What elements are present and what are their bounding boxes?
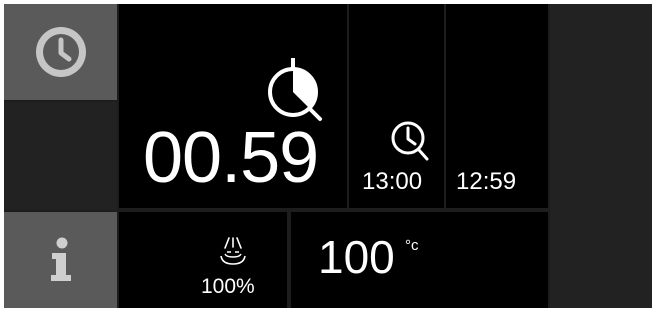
humidity-panel[interactable]: 100% (119, 212, 287, 308)
temperature-unit: °c (405, 237, 419, 254)
info-tab-button[interactable] (4, 212, 117, 308)
small-clock-icon (391, 121, 429, 161)
stopwatch-icon (268, 58, 322, 121)
temperature-panel[interactable]: 100 °c (291, 212, 548, 308)
clock-icon (35, 27, 86, 77)
remaining-time: 00.59 (143, 118, 319, 198)
temperature-value: 100 (318, 231, 395, 283)
right-empty-area (550, 4, 652, 308)
end-time: 12:59 (456, 168, 517, 195)
steam-icon (220, 237, 246, 265)
timer-panel[interactable]: 00.59 (119, 4, 347, 208)
info-icon (50, 237, 71, 281)
start-time: 13:00 (362, 168, 423, 195)
clock-tab-button[interactable] (4, 4, 117, 100)
blank-tab-button[interactable] (4, 102, 117, 210)
humidity-value: 100% (201, 275, 255, 298)
oven-display: 00.59 13:00 12:59 100% 100 °c (4, 4, 652, 308)
start-time-panel[interactable]: 13:00 (349, 4, 444, 208)
end-time-panel[interactable]: 12:59 (446, 4, 548, 208)
